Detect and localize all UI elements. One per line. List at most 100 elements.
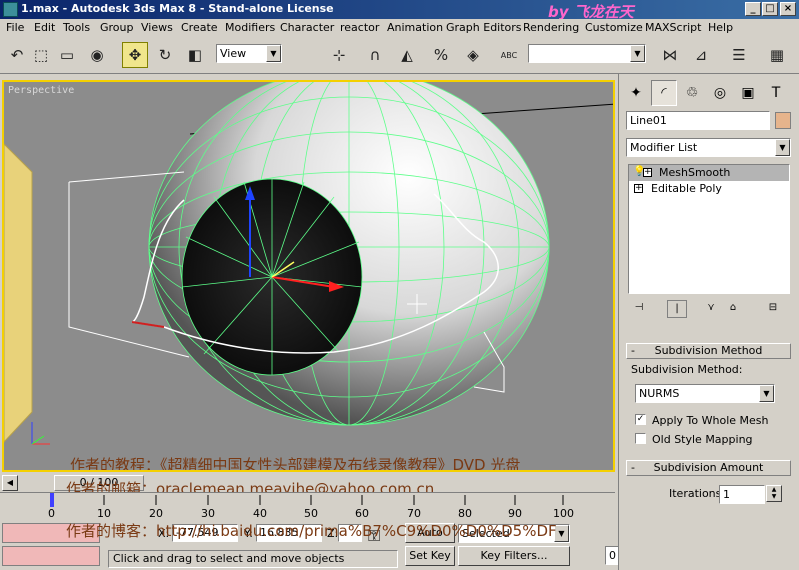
main-toolbar: ↶ ⬚ ▭ ◉ ✥ ↻ ◧ View ▼ ⊹ ∩ ◭ % ◈ ABC ▼ ⋈ ⊿ … (0, 38, 799, 74)
tick-label: 10 (97, 507, 111, 520)
stack-item-editable-poly[interactable]: + Editable Poly (629, 181, 789, 197)
key-filters-button[interactable]: Key Filters... (458, 546, 570, 566)
watermark-line-1: 作者的教程：《超精细中国女性头部建模及布线录像教程》DVD 光盘 (70, 456, 521, 472)
menu-views[interactable]: Views (141, 21, 173, 34)
modifier-list-dropdown[interactable]: Modifier List ▼ (626, 138, 791, 157)
iterations-label: Iterations: (669, 487, 726, 500)
time-prev-icon[interactable]: ◀ (2, 475, 18, 491)
menu-bar: File Edit Tools Group Views Create Modif… (0, 19, 799, 38)
tick-label: 80 (458, 507, 472, 520)
edit-named-selection-icon[interactable]: ABC (496, 42, 522, 68)
tick-label: 50 (304, 507, 318, 520)
subdivision-method-label: Subdivision Method: (631, 363, 743, 376)
minimize-button[interactable]: _ (745, 2, 761, 16)
viewport-scene (4, 82, 613, 445)
set-key-button[interactable]: Set Key (405, 546, 455, 566)
configure-sets-icon[interactable]: ⊟ (763, 300, 783, 318)
window-crossing-icon[interactable]: ◉ (84, 42, 110, 68)
expand-icon[interactable]: + (634, 184, 643, 193)
tick-label: 20 (149, 507, 163, 520)
menu-modifiers[interactable]: Modifiers (225, 21, 275, 34)
iterations-field[interactable]: 1 (719, 485, 765, 504)
angle-snap-icon[interactable]: ◭ (394, 42, 420, 68)
title-bar: 1.max - Autodesk 3ds Max 8 - Stand-alone… (0, 0, 799, 21)
chevron-down-icon: ▼ (759, 385, 774, 402)
chevron-down-icon: ▼ (630, 45, 645, 62)
menu-animation[interactable]: Animation (387, 21, 443, 34)
menu-graph-editors[interactable]: Graph Editors (446, 21, 522, 34)
layer-manager-icon[interactable]: ☰ (726, 42, 752, 68)
viewport-label[interactable]: Perspective (8, 85, 74, 96)
command-panel: ✦ ◜ ♲ ◎ ▣ T Line01 Modifier List ▼ 💡 + Me… (618, 74, 799, 570)
select-scale-icon[interactable]: ◧ (182, 42, 208, 68)
window-title: 1.max - Autodesk 3ds Max 8 - Stand-alone… (21, 2, 334, 15)
spinner-snap-icon[interactable]: ◈ (460, 42, 486, 68)
object-color-swatch[interactable] (775, 112, 791, 129)
subdivision-method-dropdown[interactable]: NURMS ▼ (635, 384, 775, 403)
chevron-down-icon: ▼ (775, 139, 790, 156)
make-unique-icon[interactable]: ⋎ (701, 300, 721, 318)
align-icon[interactable]: ⊿ (688, 42, 714, 68)
select-move-icon[interactable]: ✥ (122, 42, 148, 68)
tick-label: 40 (253, 507, 267, 520)
menu-help[interactable]: Help (708, 21, 733, 34)
pivot-icon[interactable]: ⊹ (326, 42, 352, 68)
stack-item-label: MeshSmooth (659, 166, 731, 179)
apply-whole-mesh-checkbox[interactable]: ✓ (635, 414, 646, 425)
menu-rendering[interactable]: Rendering (523, 21, 579, 34)
side-object (4, 143, 33, 443)
display-tab-icon[interactable]: ▣ (735, 80, 761, 106)
select-rotate-icon[interactable]: ↻ (152, 42, 178, 68)
modify-tab-icon[interactable]: ◜ (651, 80, 677, 106)
close-button[interactable]: × (780, 2, 796, 16)
track-ruler-ticks (50, 493, 564, 507)
undo-icon[interactable]: ↶ (4, 42, 30, 68)
menu-customize[interactable]: Customize (585, 21, 643, 34)
expand-icon[interactable]: + (643, 168, 652, 177)
iterations-spinner-icon[interactable]: ▲ ▼ (766, 485, 782, 502)
menu-group[interactable]: Group (100, 21, 134, 34)
hierarchy-tab-icon[interactable]: ♲ (679, 80, 705, 106)
old-style-mapping-checkbox[interactable] (635, 433, 646, 444)
object-name-field[interactable]: Line01 (626, 111, 770, 130)
select-object-icon[interactable]: ⬚ (28, 42, 54, 68)
tick-label: 0 (48, 507, 55, 520)
menu-tools[interactable]: Tools (63, 21, 90, 34)
tick-label: 30 (201, 507, 215, 520)
select-region-icon[interactable]: ▭ (54, 42, 80, 68)
subdivision-amount-rollout-header[interactable]: - Subdivision Amount (626, 460, 791, 476)
perspective-viewport[interactable]: Perspective 作者的教程：《超精细中国女性头部建模及布线录像教程》DV… (2, 80, 615, 472)
stack-item-meshsmooth[interactable]: 💡 + MeshSmooth (629, 165, 789, 181)
menu-maxscript[interactable]: MAXScript (645, 21, 701, 34)
mirror-icon[interactable]: ⋈ (657, 42, 683, 68)
menu-edit[interactable]: Edit (34, 21, 55, 34)
stack-item-label: Editable Poly (651, 182, 722, 195)
apply-whole-mesh-label: Apply To Whole Mesh (652, 414, 769, 427)
named-selection-dropdown[interactable]: ▼ (528, 44, 646, 63)
tick-label: 100 (553, 507, 574, 520)
collapse-icon: - (631, 461, 635, 474)
maximize-button[interactable]: □ (762, 2, 778, 16)
menu-reactor[interactable]: reactor (340, 21, 379, 34)
maxscript-listener-mini-2[interactable] (2, 546, 100, 566)
tick-label: 70 (407, 507, 421, 520)
percent-snap-icon[interactable]: % (428, 42, 454, 68)
remove-modifier-icon[interactable]: ⌂ (723, 300, 743, 318)
old-style-mapping-label: Old Style Mapping (652, 433, 753, 446)
motion-tab-icon[interactable]: ◎ (707, 80, 733, 106)
utilities-tab-icon[interactable]: T (763, 80, 789, 106)
show-end-result-icon[interactable]: | (667, 300, 687, 318)
track-bar[interactable]: 0 10 20 30 40 50 60 70 80 90 100 (0, 492, 615, 520)
time-slider-bar: ◀ 0 / 100 作者的邮箱：oraclemean.meayihe@yahoo… (0, 474, 615, 498)
menu-file[interactable]: File (6, 21, 24, 34)
curve-editor-icon[interactable]: ▦ (764, 42, 790, 68)
modifier-stack[interactable]: 💡 + MeshSmooth + Editable Poly (628, 164, 790, 294)
menu-create[interactable]: Create (181, 21, 218, 34)
app-icon[interactable] (3, 2, 18, 17)
reference-coordinate-dropdown[interactable]: View ▼ (216, 44, 282, 63)
subdivision-method-rollout-header[interactable]: - Subdivision Method (626, 343, 791, 359)
snap-toggle-icon[interactable]: ∩ (362, 42, 388, 68)
pin-stack-icon[interactable]: ⊣ (629, 300, 649, 318)
menu-character[interactable]: Character (280, 21, 334, 34)
create-tab-icon[interactable]: ✦ (623, 80, 649, 106)
